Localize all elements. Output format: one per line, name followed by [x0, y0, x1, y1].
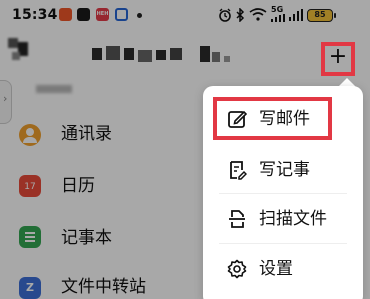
menu-separator	[219, 243, 347, 244]
note-edit-icon	[230, 161, 247, 180]
menu-item-scan-document[interactable]: 扫描文件	[203, 198, 363, 240]
plus-button-highlight	[321, 42, 355, 76]
settings-icon	[227, 259, 247, 279]
menu-item-label: 写记事	[259, 160, 310, 180]
mail-app-screen: 15:34 HEH 5G 85 › + 通讯录 17 日历 记事本 Z 文件中转…	[0, 0, 370, 299]
menu-item-label: 扫描文件	[259, 209, 327, 229]
menu-item-label: 设置	[259, 259, 293, 279]
compose-mail-highlight	[213, 97, 332, 140]
menu-item-settings[interactable]: 设置	[203, 248, 363, 290]
scan-icon	[229, 210, 245, 228]
menu-separator	[219, 193, 347, 194]
menu-item-write-note[interactable]: 写记事	[203, 149, 363, 191]
